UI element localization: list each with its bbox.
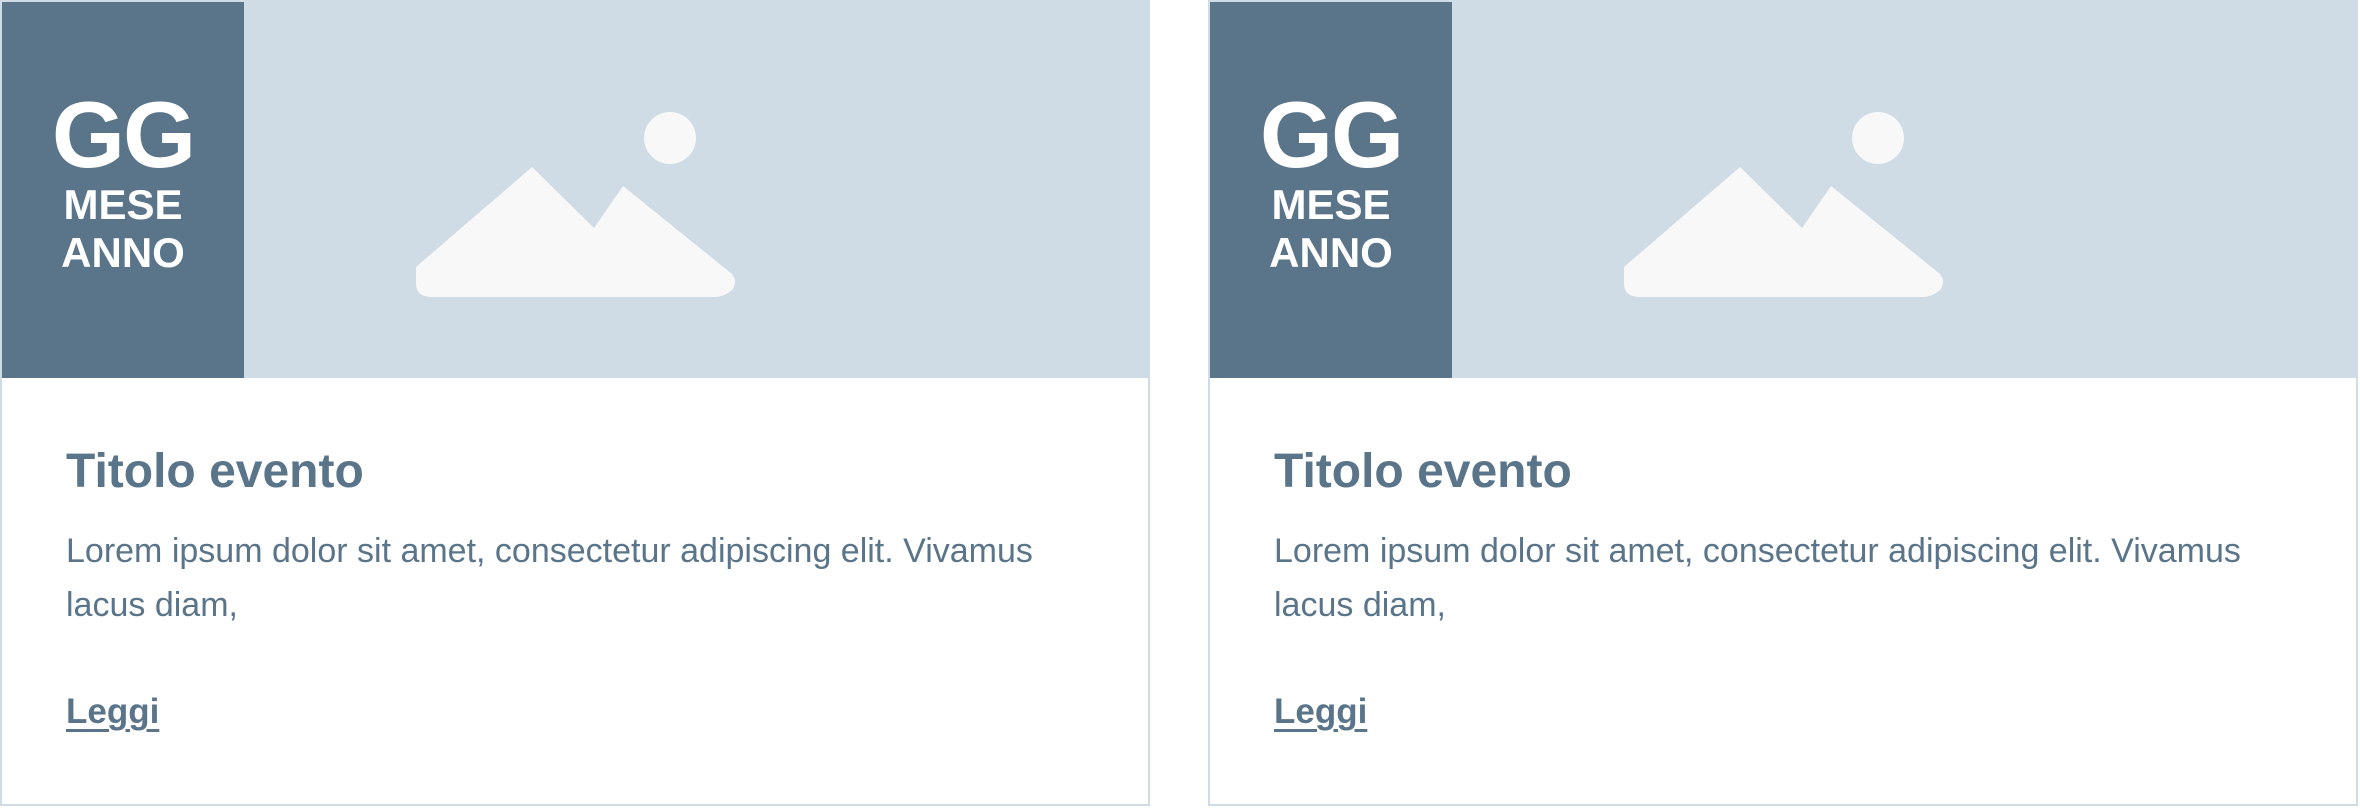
event-card: GG MESE ANNO Titolo evento Lorem ipsum d… bbox=[0, 0, 1150, 806]
date-year: ANNO bbox=[1269, 229, 1393, 276]
date-badge: GG MESE ANNO bbox=[2, 2, 244, 378]
date-day: GG bbox=[1259, 82, 1404, 187]
event-card: GG MESE ANNO Titolo evento Lorem ipsum d… bbox=[1208, 0, 2358, 806]
date-day: GG bbox=[51, 82, 196, 187]
card-text: Lorem ipsum dolor sit amet, consectetur … bbox=[66, 532, 1033, 624]
card-media: GG MESE ANNO bbox=[1210, 2, 2356, 378]
image-placeholder-icon bbox=[1624, 112, 1943, 297]
date-year: ANNO bbox=[61, 229, 185, 276]
date-month: MESE bbox=[1271, 181, 1391, 228]
read-more-link[interactable]: Leggi bbox=[1274, 692, 1367, 732]
card-title: Titolo evento bbox=[1274, 445, 1572, 498]
card-body: Titolo evento Lorem ipsum dolor sit amet… bbox=[1274, 378, 2292, 804]
image-placeholder-icon bbox=[416, 112, 735, 297]
card-body: Titolo evento Lorem ipsum dolor sit amet… bbox=[66, 378, 1084, 804]
date-badge: GG MESE ANNO bbox=[1210, 2, 1452, 378]
card-text: Lorem ipsum dolor sit amet, consectetur … bbox=[1274, 532, 2241, 624]
card-media: GG MESE ANNO bbox=[2, 2, 1148, 378]
read-more-link[interactable]: Leggi bbox=[66, 692, 159, 732]
card-title: Titolo evento bbox=[66, 445, 364, 498]
date-month: MESE bbox=[63, 181, 183, 228]
